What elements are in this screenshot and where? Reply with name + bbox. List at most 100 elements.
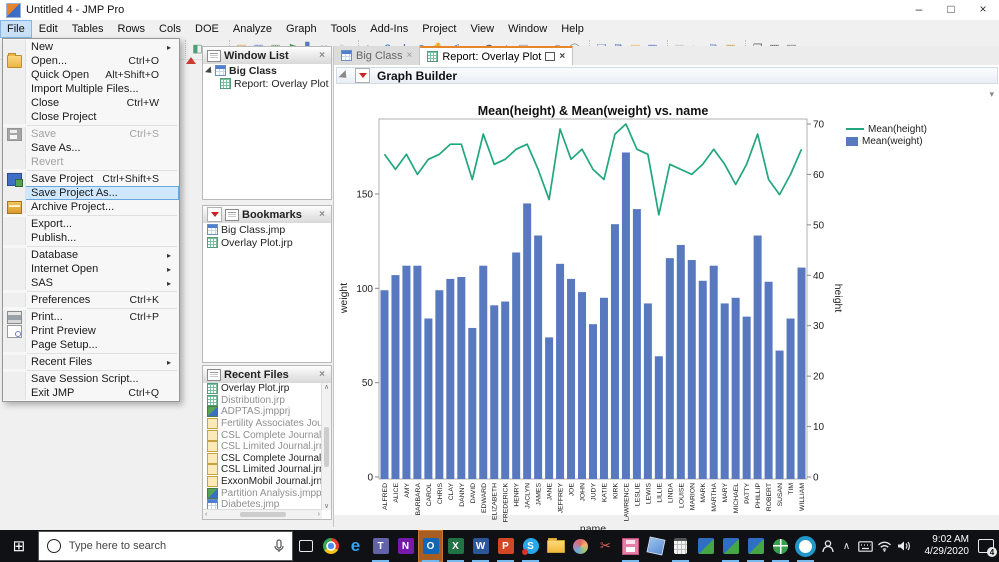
file-menu-item-export[interactable]: Export... bbox=[3, 217, 179, 231]
file-menu-item-save-as[interactable]: Save As... bbox=[3, 141, 179, 155]
menu-tools[interactable]: Tools bbox=[324, 20, 364, 38]
restore-icon[interactable] bbox=[545, 52, 555, 61]
media-app-icon[interactable] bbox=[793, 530, 818, 562]
overlay-plot-chart[interactable]: Mean(height) & Mean(weight) vs. name0501… bbox=[334, 104, 999, 545]
tab-close-icon[interactable]: × bbox=[406, 50, 412, 61]
powerpoint-icon[interactable]: P bbox=[493, 530, 518, 562]
dock-arrow-icon[interactable] bbox=[186, 52, 196, 64]
tab-close-icon[interactable]: × bbox=[559, 51, 565, 62]
hidden-icons-chevron[interactable]: ∧ bbox=[837, 530, 856, 562]
calculator-icon[interactable] bbox=[668, 530, 693, 562]
photos-icon[interactable] bbox=[643, 530, 668, 562]
list-item[interactable]: Partition Analysis.jmpprj bbox=[203, 487, 322, 499]
snipping-tool-icon[interactable]: ✂ bbox=[593, 530, 618, 562]
chrome-icon[interactable] bbox=[318, 530, 343, 562]
file-menu-item-save[interactable]: SaveCtrl+S bbox=[3, 127, 179, 141]
list-item[interactable]: Overlay Plot.jrp bbox=[203, 383, 322, 395]
list-item[interactable]: CSL Complete Journal.jrn bbox=[203, 453, 322, 465]
window-features-icon[interactable]: ▾ bbox=[989, 89, 994, 100]
jmp-app-icon-3[interactable] bbox=[743, 530, 768, 562]
skype-icon[interactable]: S bbox=[518, 530, 543, 562]
outlook-icon[interactable]: O bbox=[418, 530, 443, 562]
tab-report-overlay-plot[interactable]: Report: Overlay Plot× bbox=[420, 46, 573, 66]
menu-graph[interactable]: Graph bbox=[279, 20, 324, 38]
list-item[interactable]: Distribution.jrp bbox=[203, 395, 322, 407]
vertical-scrollbar[interactable]: ∧∨ bbox=[321, 383, 331, 510]
edge-icon[interactable]: e bbox=[343, 530, 368, 562]
file-menu-item-quick-open[interactable]: Quick OpenAlt+Shift+O bbox=[3, 68, 179, 82]
close-icon[interactable]: × bbox=[317, 50, 327, 61]
notification-center-icon[interactable]: 4 bbox=[973, 530, 999, 562]
disclosure-triangle-icon[interactable] bbox=[339, 70, 354, 85]
jmp-app-icon-1[interactable] bbox=[693, 530, 718, 562]
file-menu-item-publish[interactable]: Publish... bbox=[3, 231, 179, 245]
menu-edit[interactable]: Edit bbox=[32, 20, 65, 38]
teams-icon[interactable]: T bbox=[368, 530, 393, 562]
file-menu-item-preferences[interactable]: PreferencesCtrl+K bbox=[3, 293, 179, 307]
file-menu-item-import-multiple-files[interactable]: Import Multiple Files... bbox=[3, 82, 179, 96]
bookmarks-menu-button[interactable] bbox=[207, 207, 222, 222]
menu-analyze[interactable]: Analyze bbox=[226, 20, 279, 38]
jmp-app-icon-2[interactable] bbox=[718, 530, 743, 562]
graph-builder-outline[interactable]: Graph Builder bbox=[336, 67, 998, 84]
file-menu-item-print-preview[interactable]: Print Preview bbox=[3, 324, 179, 338]
menu-window[interactable]: Window bbox=[501, 20, 554, 38]
graph-builder-menu-button[interactable] bbox=[355, 68, 370, 83]
jmp-file-icon[interactable] bbox=[618, 530, 643, 562]
list-item[interactable]: ADPTAS.jmpprj bbox=[203, 406, 322, 418]
list-item[interactable]: Big Class bbox=[203, 64, 331, 77]
menu-help[interactable]: Help bbox=[554, 20, 591, 38]
list-item[interactable]: ExxonMobil Journal.jrn bbox=[203, 476, 322, 488]
file-menu-item-close[interactable]: CloseCtrl+W bbox=[3, 96, 179, 110]
menu-cols[interactable]: Cols bbox=[152, 20, 188, 38]
maximize-button[interactable]: □ bbox=[935, 0, 967, 20]
volume-icon[interactable] bbox=[894, 530, 913, 562]
file-menu-item-database[interactable]: Database▸ bbox=[3, 248, 179, 262]
file-menu-item-save-project[interactable]: Save ProjectCtrl+Shift+S bbox=[3, 172, 179, 186]
menu-tables[interactable]: Tables bbox=[65, 20, 111, 38]
microphone-icon[interactable] bbox=[274, 539, 284, 553]
horizontal-scrollbar[interactable]: ‹› bbox=[203, 509, 322, 519]
file-menu-item-save-project-as[interactable]: Save Project As... bbox=[3, 186, 179, 200]
file-menu-item-internet-open[interactable]: Internet Open▸ bbox=[3, 262, 179, 276]
clock[interactable]: 9:02 AM 4/29/2020 bbox=[913, 534, 973, 558]
people-icon[interactable] bbox=[818, 530, 837, 562]
paint-icon[interactable] bbox=[568, 530, 593, 562]
tab-big-class[interactable]: Big Class× bbox=[334, 46, 420, 65]
minimize-button[interactable]: – bbox=[903, 0, 935, 20]
file-menu-item-close-project[interactable]: Close Project bbox=[3, 110, 179, 124]
list-item[interactable]: Overlay Plot.jrp bbox=[203, 236, 331, 249]
file-menu-item-sas[interactable]: SAS▸ bbox=[3, 276, 179, 290]
file-menu-item-revert[interactable]: Revert bbox=[3, 155, 179, 169]
file-menu-item-save-session-script[interactable]: Save Session Script... bbox=[3, 372, 179, 386]
menu-file[interactable]: File bbox=[0, 20, 32, 38]
window-list-header[interactable]: Window List × bbox=[203, 47, 331, 65]
menu-rows[interactable]: Rows bbox=[111, 20, 153, 38]
globe-app-icon[interactable] bbox=[768, 530, 793, 562]
menu-view[interactable]: View bbox=[463, 20, 501, 38]
file-menu-item-open[interactable]: Open...Ctrl+O bbox=[3, 54, 179, 68]
file-menu-item-new[interactable]: New▸ bbox=[3, 40, 179, 54]
close-button[interactable]: × bbox=[967, 0, 999, 20]
file-menu-item-recent-files[interactable]: Recent Files▸ bbox=[3, 355, 179, 369]
start-button[interactable]: ⊞ bbox=[0, 530, 38, 562]
bookmarks-header[interactable]: Bookmarks × bbox=[203, 206, 331, 224]
file-menu-item-exit-jmp[interactable]: Exit JMPCtrl+Q bbox=[3, 386, 179, 400]
file-menu-item-page-setup[interactable]: Page Setup... bbox=[3, 338, 179, 352]
list-item[interactable]: CSL Complete Journal.jrn bbox=[203, 429, 322, 441]
menu-addins[interactable]: Add-Ins bbox=[363, 20, 415, 38]
recent-files-header[interactable]: Recent Files × bbox=[203, 366, 331, 384]
close-icon[interactable]: × bbox=[317, 369, 327, 380]
wifi-icon[interactable] bbox=[875, 530, 894, 562]
list-item[interactable]: CSL Limited Journal.jrn bbox=[203, 441, 322, 453]
onenote-icon[interactable]: N bbox=[393, 530, 418, 562]
file-menu-item-print[interactable]: Print...Ctrl+P bbox=[3, 310, 179, 324]
file-explorer-icon[interactable] bbox=[543, 530, 568, 562]
list-item[interactable]: Report: Overlay Plot bbox=[203, 77, 331, 90]
keyboard-icon[interactable] bbox=[856, 530, 875, 562]
close-icon[interactable]: × bbox=[317, 209, 327, 220]
word-icon[interactable]: W bbox=[468, 530, 493, 562]
list-item[interactable]: Fertility Associates Journal bbox=[203, 418, 322, 430]
menu-doe[interactable]: DOE bbox=[188, 20, 226, 38]
excel-icon[interactable]: X bbox=[443, 530, 468, 562]
